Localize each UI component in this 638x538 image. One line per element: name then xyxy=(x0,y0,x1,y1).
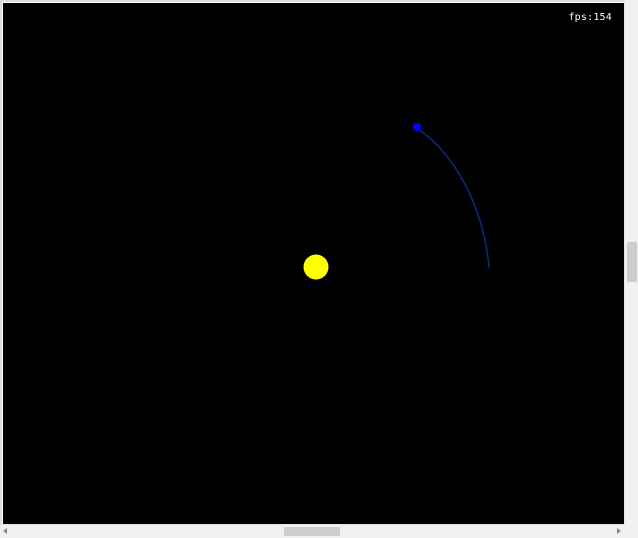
app-window: fps:154 xyxy=(0,0,638,538)
planet xyxy=(412,122,422,132)
vertical-scrollbar-thumb[interactable] xyxy=(627,242,637,282)
fps-counter: fps:154 xyxy=(568,12,612,23)
arrow-left-icon[interactable] xyxy=(3,528,7,534)
page-viewport: fps:154 xyxy=(0,0,624,524)
simulation-canvas[interactable]: fps:154 xyxy=(3,3,624,524)
orbit-scene xyxy=(303,122,490,280)
horizontal-scrollbar-thumb[interactable] xyxy=(284,527,340,536)
scrollbar-corner xyxy=(624,524,638,538)
sun xyxy=(303,254,329,280)
arrow-right-icon[interactable] xyxy=(617,528,621,534)
horizontal-scrollbar[interactable] xyxy=(0,524,624,538)
vertical-scrollbar[interactable] xyxy=(624,0,638,524)
planet-orbit-trail xyxy=(417,128,490,268)
